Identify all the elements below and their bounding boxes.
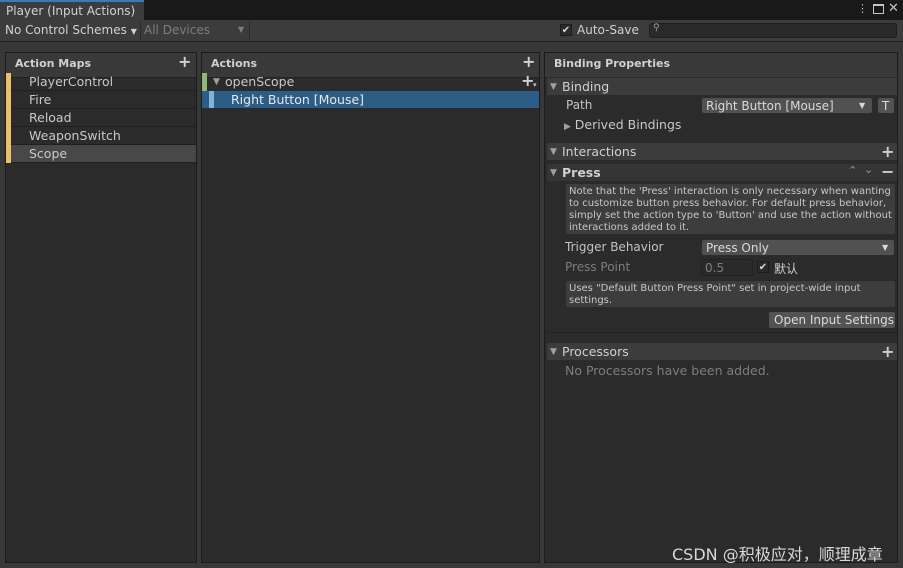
press-help-box: Note that the 'Press' interaction is onl… [565, 183, 896, 235]
trigger-behavior-label: Trigger Behavior [565, 240, 664, 254]
action-marker [202, 73, 207, 91]
devices-label: All Devices [144, 23, 210, 37]
action-map-label: Scope [29, 146, 68, 161]
control-schemes-label: No Control Schemes [5, 23, 127, 37]
checkmark-icon: ✔ [758, 262, 768, 273]
autosave-label: Auto-Save [577, 23, 639, 37]
t-button[interactable]: T [877, 97, 895, 114]
action-map-label: PlayerControl [29, 74, 114, 89]
close-icon[interactable]: ✕ [888, 1, 899, 16]
search-icon: ⚲ [653, 23, 660, 33]
press-point-field[interactable]: 0.5 [701, 259, 753, 276]
action-map-marker [6, 91, 11, 109]
processors-section-title: Processors [562, 344, 629, 359]
open-input-settings-button[interactable]: Open Input Settings [768, 311, 896, 329]
binding-label: Right Button [Mouse] [231, 92, 365, 107]
action-label: openScope [225, 74, 295, 89]
processors-section-header[interactable]: ▼ Processors + [547, 342, 897, 360]
action-map-item[interactable]: Scope [6, 145, 196, 163]
action-map-item[interactable]: Fire [6, 91, 196, 109]
no-processors-text: No Processors have been added. [565, 363, 770, 378]
action-map-marker [6, 109, 11, 127]
action-map-marker [6, 145, 11, 163]
add-binding-dropdown-icon[interactable]: ▾ [533, 81, 537, 89]
add-action-icon[interactable]: + [522, 54, 535, 70]
press-point-label: Press Point [565, 260, 631, 274]
more-vertical-icon[interactable]: ⋮ [857, 2, 868, 15]
action-map-marker [6, 127, 11, 145]
action-maps-title: Action Maps [15, 57, 92, 70]
triangle-right-icon: ▶ [564, 122, 571, 132]
toolbar-divider [140, 21, 141, 40]
add-action-map-icon[interactable]: + [178, 54, 191, 70]
trigger-behavior-dropdown[interactable]: Press Only ▼ [701, 239, 895, 256]
action-map-item[interactable]: PlayerControl [6, 73, 196, 91]
remove-interaction-icon[interactable]: − [881, 164, 894, 180]
autosave-checkbox[interactable]: ✔ [560, 24, 572, 36]
press-title: Press [562, 165, 601, 180]
watermark: CSDN @积极应对，顺理成章 [672, 545, 883, 564]
interactions-section-header[interactable]: ▼ Interactions + [547, 142, 897, 160]
trigger-behavior-value: Press Only [706, 241, 769, 255]
move-up-icon[interactable]: ⌃ [848, 164, 857, 177]
add-interaction-icon[interactable]: + [881, 144, 894, 160]
action-map-label: Reload [29, 110, 72, 125]
path-value: Right Button [Mouse] [706, 99, 834, 113]
default-checkbox[interactable]: ✔ [757, 261, 769, 273]
binding-section-title: Binding [562, 79, 610, 94]
binding-properties-header: Binding Properties [545, 53, 897, 78]
press-point-help-box: Uses "Default Button Press Point" set in… [565, 280, 896, 308]
binding-properties-panel: Binding Properties ▼ Binding Path Right … [544, 52, 898, 563]
action-map-item[interactable]: Reload [6, 109, 196, 127]
actions-panel: Actions + ▼ openScope + ▾ Right Button [… [201, 52, 540, 563]
derived-bindings-label: Derived Bindings [574, 117, 682, 132]
triangle-down-icon: ▼ [550, 168, 557, 178]
chevron-down-icon: ▼ [882, 243, 889, 252]
path-dropdown[interactable]: Right Button [Mouse] ▼ [701, 97, 873, 114]
actions-title: Actions [211, 57, 257, 70]
action-map-label: Fire [29, 92, 52, 107]
triangle-down-icon[interactable]: ▼ [213, 77, 220, 87]
binding-row[interactable]: Right Button [Mouse] [202, 91, 539, 108]
action-row-openscope[interactable]: ▼ openScope + ▾ [202, 73, 539, 91]
control-schemes-dropdown[interactable]: No Control Schemes ▼ [5, 21, 137, 40]
add-processor-icon[interactable]: + [881, 344, 894, 360]
search-input[interactable] [649, 23, 897, 38]
action-map-item[interactable]: WeaponSwitch [6, 127, 196, 145]
section-divider [547, 332, 897, 333]
action-maps-panel: Action Maps + PlayerControl Fire Reload Wea… [5, 52, 197, 563]
devices-dropdown[interactable]: All Devices ▼ [144, 21, 248, 40]
chevron-down-icon: ▼ [238, 25, 245, 34]
binding-section-header[interactable]: ▼ Binding [547, 77, 897, 95]
binding-marker [209, 91, 214, 108]
derived-bindings-foldout[interactable]: ▶ Derived Bindings [564, 117, 681, 132]
toolbar-divider [249, 21, 250, 40]
action-map-label: WeaponSwitch [29, 128, 121, 143]
chevron-down-icon: ▼ [130, 27, 137, 36]
checkmark-icon: ✔ [561, 25, 571, 36]
move-down-icon[interactable]: ⌄ [864, 163, 873, 176]
press-header[interactable]: ▼ Press ⌃ ⌄ − [547, 163, 897, 181]
chevron-down-icon: ▼ [859, 101, 866, 110]
interactions-section-title: Interactions [562, 144, 637, 159]
action-map-marker [6, 73, 11, 91]
path-label: Path [566, 98, 593, 112]
triangle-down-icon: ▼ [550, 82, 557, 92]
window-tab[interactable]: Player (Input Actions) [0, 0, 144, 20]
default-label: 默认 [774, 262, 799, 276]
maximize-icon[interactable] [873, 4, 884, 14]
triangle-down-icon: ▼ [550, 347, 557, 357]
triangle-down-icon: ▼ [550, 147, 557, 157]
